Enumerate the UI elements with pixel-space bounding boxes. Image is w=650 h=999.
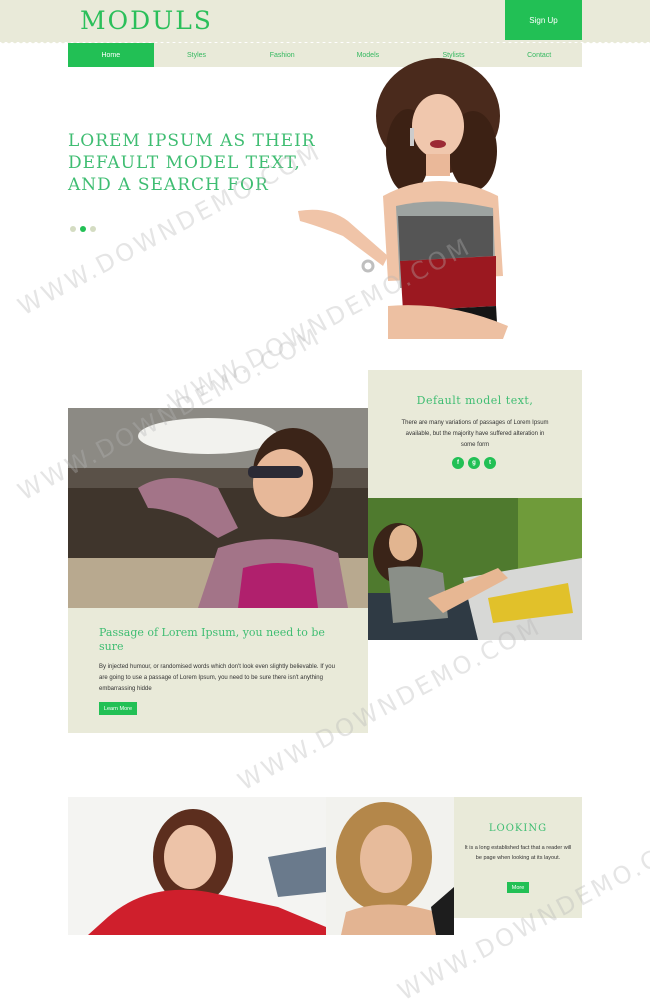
slider-dot-active[interactable] <box>80 226 86 232</box>
feature-card-looking: LOOKING It is a long established fact th… <box>454 797 582 918</box>
nav-item-home[interactable]: Home <box>68 43 154 67</box>
social-links: f g t <box>452 457 496 469</box>
slider-dot[interactable] <box>70 226 76 232</box>
lifestyle-photo-motorbike <box>368 498 582 640</box>
facebook-icon[interactable]: f <box>452 457 464 469</box>
feature-text: There are many variations of passages of… <box>401 420 549 448</box>
hero-model-image <box>298 58 508 339</box>
feature-title: Passage of Lorem Ipsum, you need to be s… <box>99 626 325 653</box>
model-photo-blonde <box>326 797 454 935</box>
feature-text: By injected humour, or randomised words … <box>99 664 335 692</box>
lifestyle-photo-woman-sunglasses <box>68 408 368 608</box>
nav-item-styles[interactable]: Styles <box>154 43 240 67</box>
slider-dots <box>70 226 96 232</box>
google-plus-icon[interactable]: g <box>468 457 480 469</box>
feature-text: It is a long established fact that a rea… <box>464 845 572 861</box>
feature-title: Default model text, <box>416 394 534 407</box>
learn-more-button[interactable]: Learn More <box>99 702 137 715</box>
model-photo-red-sweater <box>68 797 326 935</box>
slider-dot[interactable] <box>90 226 96 232</box>
more-button[interactable]: More <box>507 882 529 893</box>
site-logo[interactable]: MODULS <box>80 6 213 35</box>
twitter-icon[interactable]: t <box>484 457 496 469</box>
feature-card-passage: Passage of Lorem Ipsum, you need to be s… <box>68 608 368 733</box>
signup-button[interactable]: Sign Up <box>505 0 582 40</box>
header-bar: MODULS Sign Up <box>0 0 650 45</box>
feature-title: LOOKING <box>488 823 548 834</box>
feature-card-default-model: Default model text, There are many varia… <box>368 370 582 498</box>
